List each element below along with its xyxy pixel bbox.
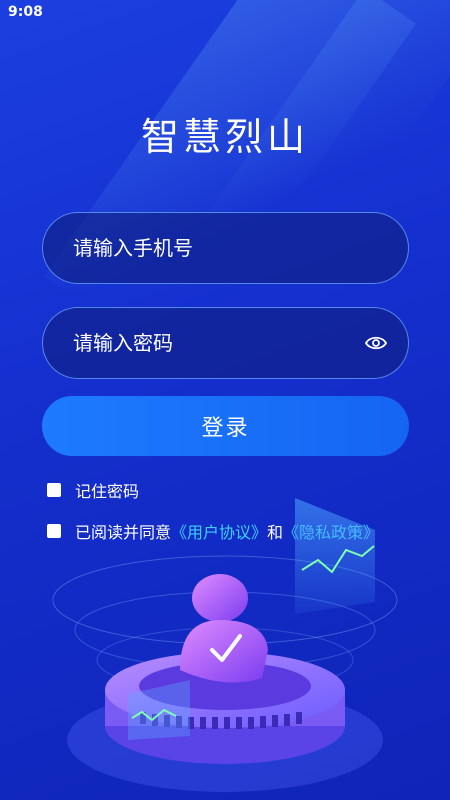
phone-input[interactable] (73, 236, 378, 260)
phone-field[interactable] (42, 212, 409, 284)
status-time: 9:08 (8, 4, 43, 20)
eye-icon[interactable] (364, 331, 388, 355)
login-button[interactable]: 登录 (42, 396, 409, 456)
user-verified-illustration (52, 498, 398, 792)
status-bar: 9:08 (0, 0, 450, 24)
app-title: 智慧烈山 (140, 115, 309, 159)
password-field[interactable] (42, 307, 409, 379)
password-input[interactable] (73, 331, 364, 355)
